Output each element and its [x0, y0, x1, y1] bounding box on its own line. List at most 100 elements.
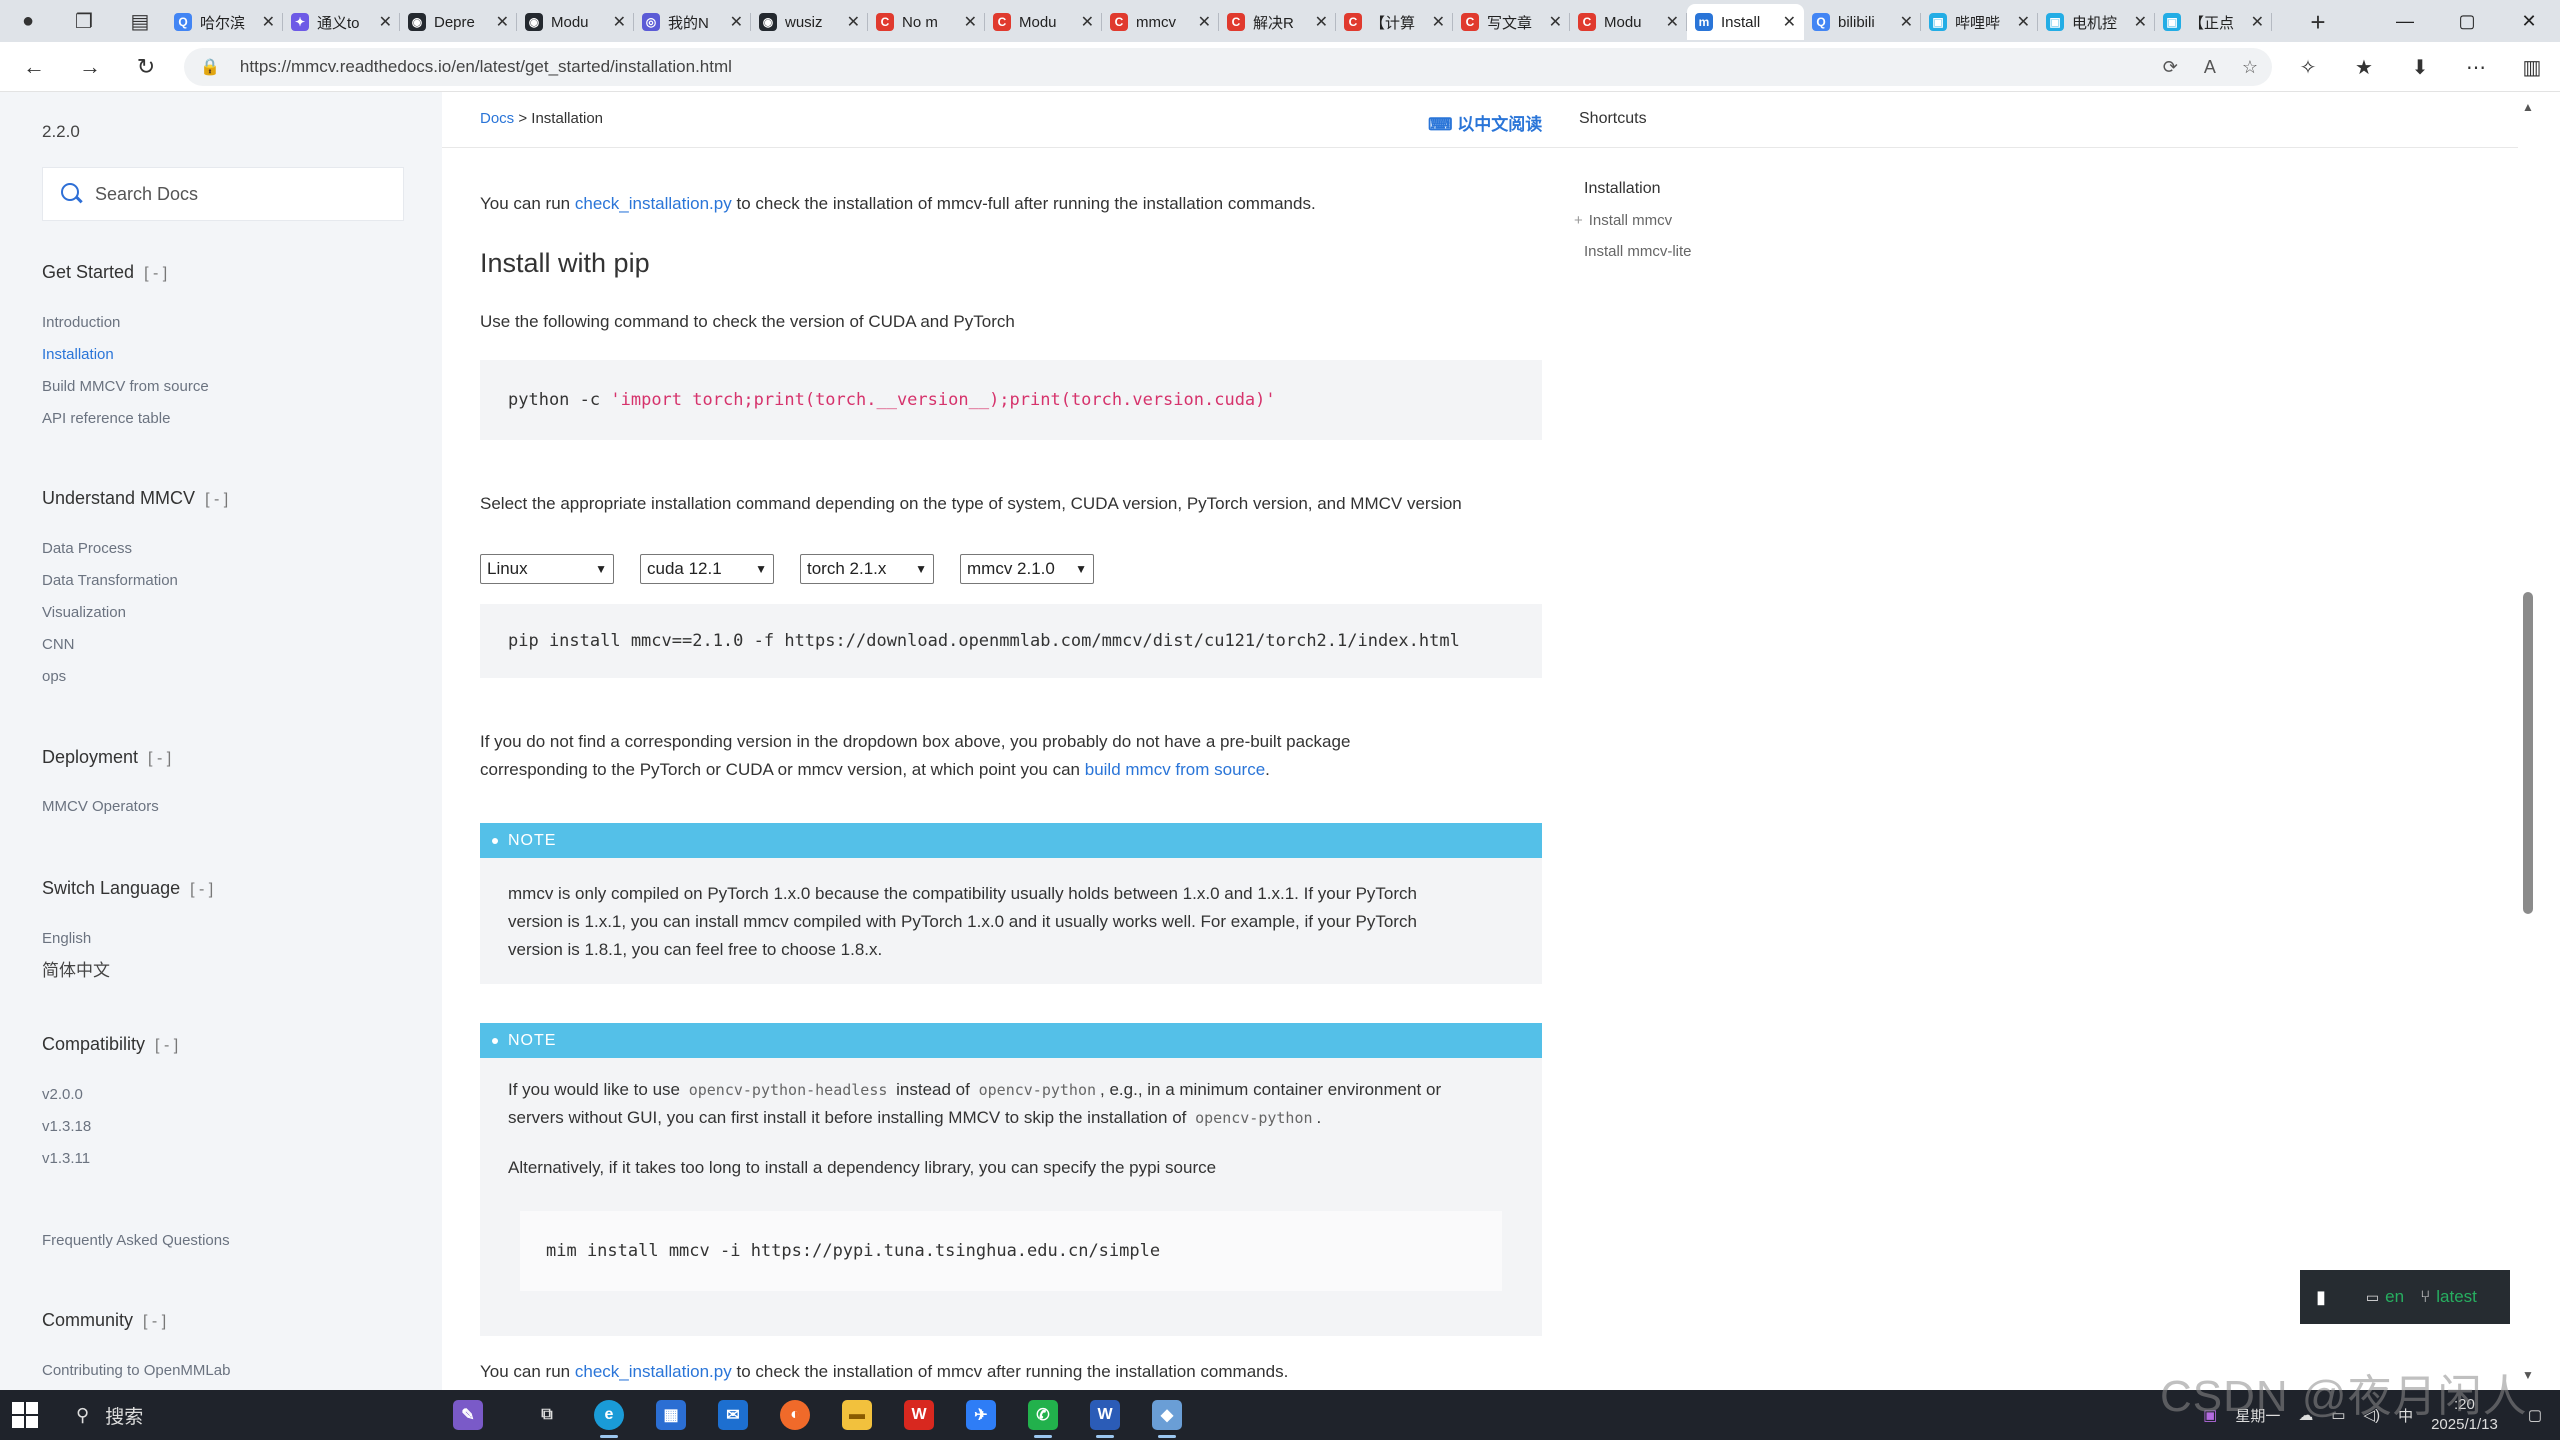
sidebar-item-v1-3-11[interactable]: v1.3.11: [42, 1150, 90, 1167]
readthedocs-flyout[interactable]: ▮ ▭ en ⑂ latest: [2300, 1270, 2510, 1324]
sidebar-toggle-icon[interactable]: ▥: [2514, 50, 2550, 84]
tab-actions-icon[interactable]: ▤: [112, 0, 168, 42]
collapse-toggle[interactable]: [ - ]: [148, 750, 171, 767]
url-bar[interactable]: 🔒 https://mmcv.readthedocs.io/en/latest/…: [184, 48, 2272, 86]
code-block-mim-install[interactable]: mim install mmcv -i https://pypi.tuna.ts…: [520, 1211, 1502, 1291]
back-button[interactable]: ←: [16, 50, 52, 84]
browser-tab[interactable]: C Modu ✕: [1570, 4, 1687, 40]
collapse-toggle[interactable]: [ - ]: [144, 265, 167, 282]
scroll-up-arrow[interactable]: ▲: [2522, 100, 2534, 114]
workspaces-icon[interactable]: ❐: [56, 0, 112, 42]
sidebar-item-visualization[interactable]: Visualization: [42, 604, 126, 621]
tab-close-icon[interactable]: ✕: [1315, 12, 1328, 32]
browser-tab[interactable]: C 写文章 ✕: [1453, 4, 1570, 40]
minimize-button[interactable]: —: [2374, 0, 2436, 42]
section-deployment[interactable]: Deployment[ - ]: [42, 747, 171, 768]
browser-tab[interactable]: m Install ✕: [1687, 4, 1804, 40]
sidebar-item-installation[interactable]: Installation: [42, 346, 114, 363]
feishu-icon[interactable]: ✈: [950, 1390, 1012, 1440]
mail-icon[interactable]: ✉: [702, 1390, 764, 1440]
collapse-toggle[interactable]: [ - ]: [190, 881, 213, 898]
store-icon[interactable]: ▦: [640, 1390, 702, 1440]
section-get-started[interactable]: Get Started[ - ]: [42, 262, 167, 283]
browser-tab[interactable]: ◉ Modu ✕: [517, 4, 634, 40]
collapse-toggle[interactable]: [ - ]: [205, 491, 228, 508]
tab-close-icon[interactable]: ✕: [2251, 12, 2264, 32]
browser-tab[interactable]: C 【计算 ✕: [1336, 4, 1453, 40]
sidebar-item-introduction[interactable]: Introduction: [42, 314, 120, 331]
torch-select[interactable]: torch 2.1.x ▼: [800, 554, 934, 584]
tab-close-icon[interactable]: ✕: [379, 12, 392, 32]
app-window-icon[interactable]: ◆: [1136, 1390, 1198, 1440]
sidebar-item-faq[interactable]: Frequently Asked Questions: [42, 1232, 230, 1249]
downloads-icon[interactable]: ⬇: [2402, 50, 2438, 84]
close-window-button[interactable]: ✕: [2498, 0, 2560, 42]
favorites-icon[interactable]: ★: [2346, 50, 2382, 84]
more-menu-icon[interactable]: ⋯: [2458, 50, 2494, 84]
sidebar-item-contributing[interactable]: Contributing to OpenMMLab: [42, 1362, 230, 1379]
maximize-button[interactable]: ▢: [2436, 0, 2498, 42]
sidebar-item-data-process[interactable]: Data Process: [42, 540, 132, 557]
url-text[interactable]: https://mmcv.readthedocs.io/en/latest/ge…: [240, 57, 732, 77]
word-icon[interactable]: W: [1074, 1390, 1136, 1440]
tab-close-icon[interactable]: ✕: [964, 12, 977, 32]
build-from-source-link[interactable]: build mmcv from source: [1085, 760, 1265, 779]
code-block-pip-install[interactable]: pip install mmcv==2.1.0 -f https://downl…: [480, 604, 1542, 678]
tab-close-icon[interactable]: ✕: [1549, 12, 1562, 32]
browser-tab[interactable]: Q 哈尔滨 ✕: [166, 4, 283, 40]
sidebar-item-v1-3-18[interactable]: v1.3.18: [42, 1118, 91, 1135]
read-aloud-icon[interactable]: A: [2204, 57, 2216, 78]
browser-tab[interactable]: ◎ 我的N ✕: [634, 4, 751, 40]
extensions-icon[interactable]: ✧: [2290, 50, 2326, 84]
wps-icon[interactable]: W: [888, 1390, 950, 1440]
tab-close-icon[interactable]: ✕: [1666, 12, 1679, 32]
sidebar-item-build-from-source[interactable]: Build MMCV from source: [42, 378, 209, 395]
tab-close-icon[interactable]: ✕: [1081, 12, 1094, 32]
lock-icon[interactable]: 🔒: [200, 57, 220, 77]
tab-close-icon[interactable]: ✕: [847, 12, 860, 32]
forward-button[interactable]: →: [72, 50, 108, 84]
system-select[interactable]: Linux ▼: [480, 554, 614, 584]
page-scrollbar[interactable]: ▲ ▼: [2518, 92, 2540, 1390]
refresh-button[interactable]: ↻: [128, 50, 164, 84]
windows-start-icon[interactable]: [12, 1402, 38, 1428]
browser-tab[interactable]: Qbilibili ✕: [1804, 4, 1921, 40]
toc-item-installation[interactable]: Installation: [1584, 180, 1692, 198]
browser-tab[interactable]: ◉ wusiz ✕: [751, 4, 868, 40]
tab-close-icon[interactable]: ✕: [730, 12, 743, 32]
edge-browser-icon[interactable]: e: [578, 1390, 640, 1440]
check-installation-link[interactable]: check_installation.py: [575, 194, 732, 213]
task-view-icon[interactable]: ⧉: [516, 1390, 578, 1440]
section-switch-language[interactable]: Switch Language[ - ]: [42, 878, 213, 899]
browser-tab[interactable]: Cmmcv ✕: [1102, 4, 1219, 40]
mmcv-select[interactable]: mmcv 2.1.0 ▼: [960, 554, 1094, 584]
browser-tab[interactable]: C 解决R ✕: [1219, 4, 1336, 40]
profile-icon[interactable]: ●: [0, 0, 56, 42]
code-block-check-cuda[interactable]: python -c 'import torch;print(torch.__ve…: [480, 360, 1542, 440]
firefox-icon[interactable]: ◐: [764, 1390, 826, 1440]
taskbar-search[interactable]: ⚲ 搜索: [60, 1390, 310, 1440]
tab-close-icon[interactable]: ✕: [2134, 12, 2147, 32]
section-understand-mmcv[interactable]: Understand MMCV[ - ]: [42, 488, 228, 509]
notification-icon[interactable]: ▢: [2528, 1406, 2542, 1424]
file-explorer-icon[interactable]: ▬: [826, 1390, 888, 1440]
browser-tab[interactable]: ▣ 哔哩哔 ✕: [1921, 4, 2038, 40]
translate-icon[interactable]: ⟳: [2163, 57, 2178, 78]
check-installation-link[interactable]: check_installation.py: [575, 1362, 732, 1381]
tab-close-icon[interactable]: ✕: [1432, 12, 1445, 32]
scrollbar-thumb[interactable]: [2523, 592, 2533, 914]
tab-close-icon[interactable]: ✕: [2017, 12, 2030, 32]
sidebar-item-api-reference[interactable]: API reference table: [42, 410, 170, 427]
browser-tab[interactable]: C Modu ✕: [985, 4, 1102, 40]
tab-close-icon[interactable]: ✕: [262, 12, 275, 32]
tab-close-icon[interactable]: ✕: [613, 12, 626, 32]
section-compatibility[interactable]: Compatibility[ - ]: [42, 1034, 178, 1055]
sidebar-item-data-transformation[interactable]: Data Transformation: [42, 572, 178, 589]
tab-close-icon[interactable]: ✕: [496, 12, 509, 32]
sidebar-item-chinese[interactable]: 简体中文: [42, 956, 110, 981]
cuda-select[interactable]: cuda 12.1 ▼: [640, 554, 774, 584]
search-docs-input[interactable]: Search Docs: [42, 167, 404, 221]
new-tab-button[interactable]: +: [2300, 4, 2336, 40]
favorite-star-icon[interactable]: ☆: [2242, 57, 2258, 78]
sidebar-item-ops[interactable]: ops: [42, 668, 66, 685]
